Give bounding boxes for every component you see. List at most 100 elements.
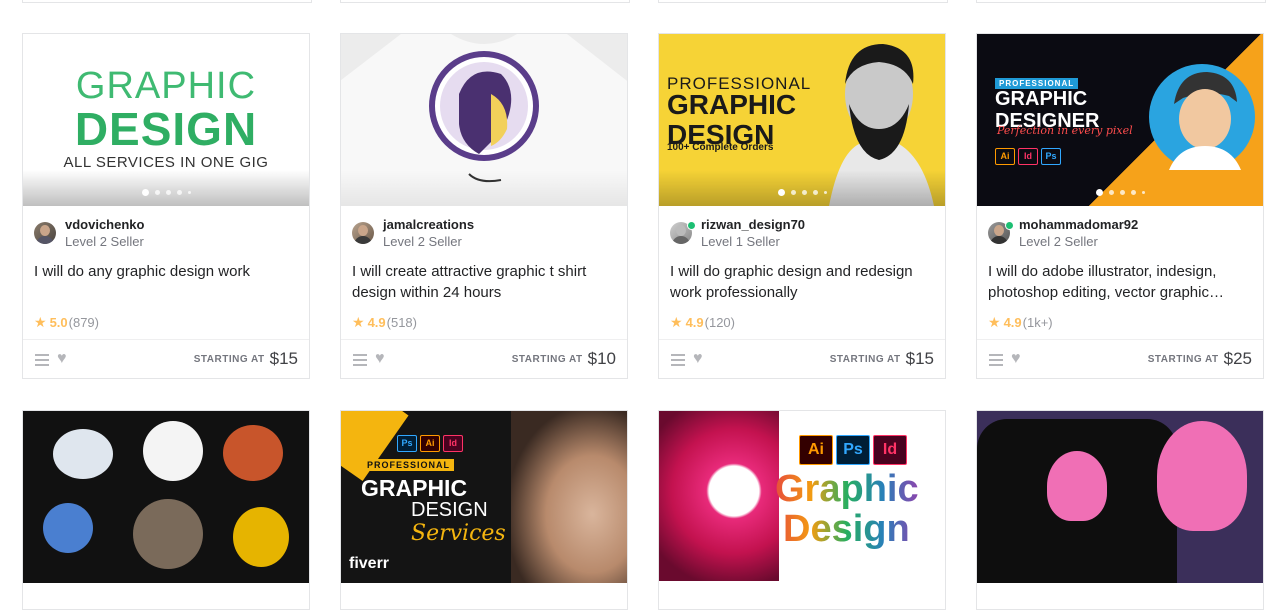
menu-icon[interactable] xyxy=(35,354,49,366)
thumbnail-text: Services xyxy=(411,521,506,546)
starting-at-label: STARTING AT xyxy=(511,353,583,365)
heart-icon[interactable]: ♥ xyxy=(693,351,703,367)
price-value: $25 xyxy=(1223,349,1252,368)
carousel-dot[interactable] xyxy=(824,191,827,194)
seller-name[interactable]: jamalcreations xyxy=(383,217,474,232)
carousel-dots[interactable] xyxy=(1093,189,1263,196)
heart-icon[interactable]: ♥ xyxy=(1011,351,1021,367)
gig-card[interactable]: jamalcreations Level 2 Seller I will cre… xyxy=(340,33,628,379)
carousel-dot[interactable] xyxy=(176,190,182,195)
heart-icon[interactable]: ♥ xyxy=(375,351,385,367)
rating: ★ 4.9(120) xyxy=(670,314,735,331)
review-count: (879) xyxy=(68,315,99,330)
astronaut-dog-illustration xyxy=(53,429,113,479)
rating: ★ 5.0(879) xyxy=(34,314,99,331)
gig-thumbnail[interactable]: PROFESSIONAL GRAPHIC DESIGN 100+ Complet… xyxy=(659,34,945,206)
carousel-dot[interactable] xyxy=(165,190,171,195)
thumbnail-text: GRAPHIC DESIGN xyxy=(667,89,797,150)
seller-level: Level 1 Seller xyxy=(701,234,780,249)
thumbnail-text: DESIGN xyxy=(411,499,488,521)
previous-card-edge xyxy=(976,0,1266,3)
earth-character-illustration xyxy=(43,503,93,553)
review-count: (120) xyxy=(704,315,735,330)
thumbnail-text: Perfection in every pixel xyxy=(997,124,1133,137)
seller-name[interactable]: vdovichenko xyxy=(65,217,144,232)
carousel-dot[interactable] xyxy=(1131,190,1136,195)
seller-name[interactable]: rizwan_design70 xyxy=(701,217,805,232)
rating-score: 4.9 xyxy=(1003,315,1022,330)
star-icon: ★ xyxy=(670,314,683,330)
gig-card[interactable] xyxy=(976,410,1264,610)
thumbnail-text: ALL SERVICES IN ONE GIG xyxy=(63,154,269,171)
carousel-dot[interactable] xyxy=(1120,190,1125,195)
rating-score: 4.9 xyxy=(685,315,704,330)
starting-at-label: STARTING AT xyxy=(829,353,901,365)
illustrator-icon: Ai xyxy=(420,435,440,452)
seller-name[interactable]: mohammadomar92 xyxy=(1019,217,1138,232)
price-value: $15 xyxy=(269,349,298,368)
gig-card[interactable] xyxy=(22,410,310,610)
gig-card[interactable]: Ai Ps Id Graphic Design xyxy=(658,410,946,610)
gig-card[interactable]: PROFESSIONAL GRAPHIC DESIGN 100+ Complet… xyxy=(658,33,946,379)
thumbnail-text: GRAPHIC xyxy=(361,475,468,501)
gig-thumbnail[interactable]: Ai Ps Id Graphic Design xyxy=(659,411,945,583)
gig-thumbnail[interactable] xyxy=(977,411,1263,583)
star-icon: ★ xyxy=(988,314,1001,330)
review-count: (1k+) xyxy=(1022,315,1053,330)
previous-card-edge xyxy=(340,0,630,3)
carousel-dot[interactable] xyxy=(813,190,818,195)
gig-thumbnail[interactable]: PROFESSIONAL GRAPHIC DESIGNER Perfection … xyxy=(977,34,1263,206)
carousel-dot[interactable] xyxy=(791,190,796,195)
price[interactable]: STARTING AT $15 xyxy=(194,349,298,369)
photoshop-icon: Ps xyxy=(836,435,870,465)
carousel-dot[interactable] xyxy=(141,189,149,196)
rating: ★ 4.9(518) xyxy=(352,314,417,331)
card-footer: ♥ STARTING AT $10 xyxy=(341,339,627,380)
gig-thumbnail[interactable] xyxy=(341,34,627,206)
avatar[interactable] xyxy=(352,222,374,244)
carousel-dot[interactable] xyxy=(1109,190,1114,195)
carousel-dot[interactable] xyxy=(154,190,160,195)
gig-thumbnail[interactable]: Ps Ai Id PROFESSIONAL GRAPHIC DESIGN Servi… xyxy=(341,411,627,583)
star-icon: ★ xyxy=(34,314,47,330)
indesign-icon: Id xyxy=(1018,148,1038,165)
card-footer: ♥ STARTING AT $25 xyxy=(977,339,1263,380)
app-badges: Ai Ps Id xyxy=(799,435,910,465)
gig-card[interactable]: Ps Ai Id PROFESSIONAL GRAPHIC DESIGN Servi… xyxy=(340,410,628,610)
thumbnail-text: 100+ Complete Orders xyxy=(667,142,774,153)
menu-icon[interactable] xyxy=(353,354,367,366)
gig-thumbnail[interactable]: GRAPHIC DESIGN ALL SERVICES IN ONE GIG xyxy=(23,34,309,206)
gig-card[interactable]: GRAPHIC DESIGN ALL SERVICES IN ONE GIG v… xyxy=(22,33,310,379)
carousel-dot[interactable] xyxy=(1096,189,1103,196)
thumbnail-gradient xyxy=(659,170,945,206)
fiverr-brand: fiverr xyxy=(349,555,390,572)
gig-title[interactable]: I will create attractive graphic t shirt… xyxy=(352,261,616,303)
gig-thumbnail[interactable] xyxy=(23,411,309,583)
photoshop-icon: Ps xyxy=(1041,148,1061,165)
carousel-dot[interactable] xyxy=(802,190,807,195)
price[interactable]: STARTING AT $15 xyxy=(830,349,934,369)
gig-title[interactable]: I will do graphic design and redesign wo… xyxy=(670,261,934,303)
rating-score: 4.9 xyxy=(367,315,386,330)
heart-icon[interactable]: ♥ xyxy=(57,351,67,367)
star-icon: ★ xyxy=(352,314,365,330)
carousel-dot[interactable] xyxy=(778,189,785,196)
gig-card[interactable]: PROFESSIONAL GRAPHIC DESIGNER Perfection … xyxy=(976,33,1264,379)
carousel-dot[interactable] xyxy=(187,191,191,194)
indesign-icon: Id xyxy=(873,435,907,465)
raccoon-illustration xyxy=(133,499,203,569)
menu-icon[interactable] xyxy=(671,354,685,366)
carousel-dot[interactable] xyxy=(1142,191,1145,194)
gig-title[interactable]: I will do adobe illustrator, indesign, p… xyxy=(988,261,1252,303)
avatar[interactable] xyxy=(34,222,56,244)
thumbnail-tag: PROFESSIONAL xyxy=(363,459,455,471)
card-footer: ♥ STARTING AT $15 xyxy=(659,339,945,380)
gig-title[interactable]: I will do any graphic design work xyxy=(34,261,298,282)
menu-icon[interactable] xyxy=(989,354,1003,366)
carousel-dots[interactable] xyxy=(775,189,945,196)
price[interactable]: STARTING AT $10 xyxy=(512,349,616,369)
carousel-dots[interactable] xyxy=(23,189,309,196)
indesign-icon: Id xyxy=(443,435,463,452)
price[interactable]: STARTING AT $25 xyxy=(1148,349,1252,369)
portrait-photo xyxy=(511,411,627,583)
